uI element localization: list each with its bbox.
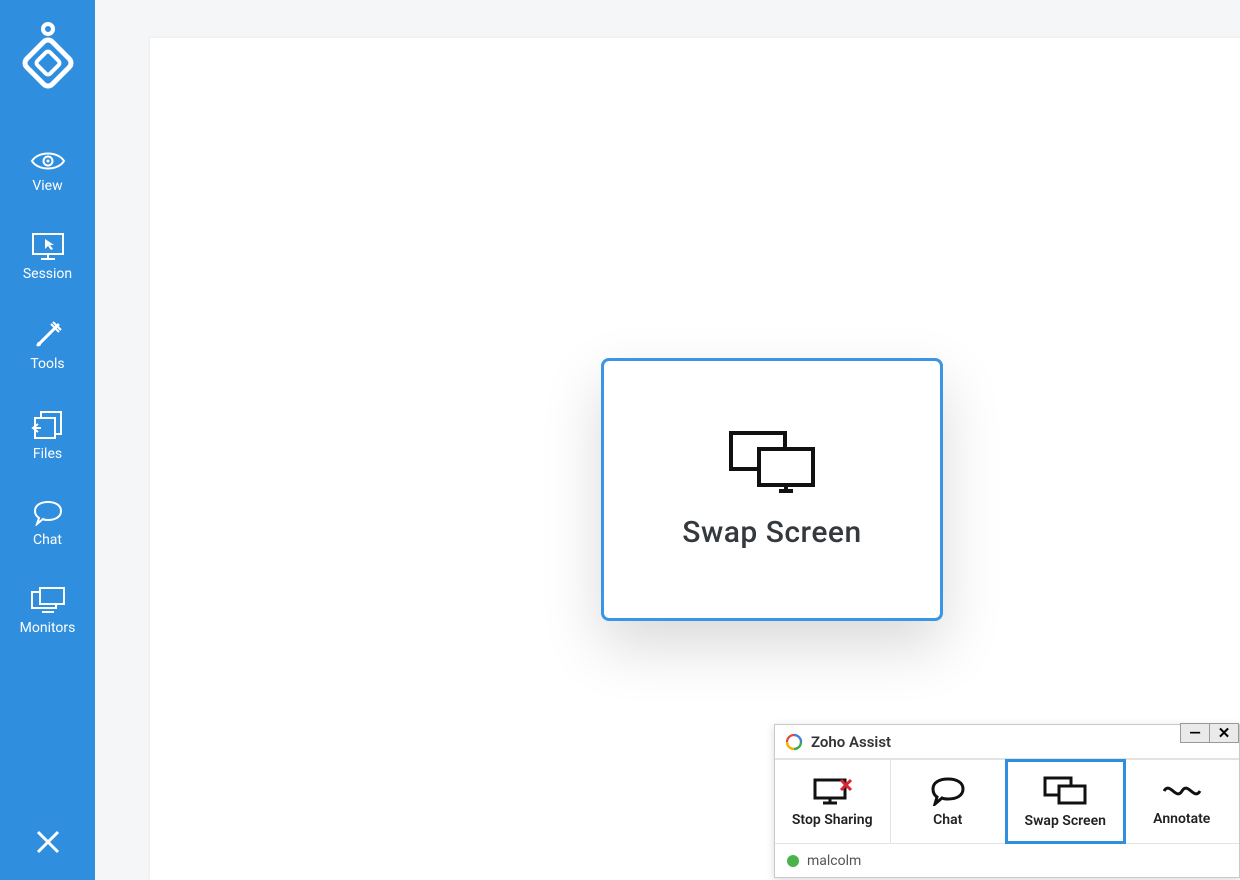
sidebar-item-chat[interactable]: Chat [0, 500, 95, 548]
swap-screen-card[interactable]: Swap Screen [601, 358, 943, 621]
sidebar-item-tools[interactable]: Tools [0, 320, 95, 372]
monitors-icon [30, 586, 66, 614]
sidebar-item-label: Chat [33, 532, 62, 548]
close-button[interactable]: ✕ [1209, 723, 1239, 743]
app-logo [0, 10, 95, 100]
sidebar-close-button[interactable] [0, 828, 95, 856]
panel-tabs: Stop Sharing Chat Swap Screen Annotate [775, 759, 1239, 843]
sidebar-item-label: Monitors [20, 620, 76, 636]
sidebar-item-session[interactable]: Session [0, 232, 95, 282]
sidebar-item-label: View [32, 178, 62, 194]
panel-window-controls: — ✕ [1181, 723, 1239, 743]
logo-icon [18, 21, 78, 89]
swap-screen-icon [725, 429, 819, 495]
chat-icon [31, 500, 65, 526]
chat-icon [927, 776, 969, 806]
sidebar-items: View Session Tools [0, 150, 95, 636]
tab-label: Chat [933, 812, 962, 828]
assist-panel: Zoho Assist — ✕ Stop Sharing Chat [774, 724, 1240, 878]
sidebar: View Session Tools [0, 0, 95, 880]
sidebar-item-view[interactable]: View [0, 150, 95, 194]
tools-icon [33, 320, 63, 350]
tab-stop-sharing[interactable]: Stop Sharing [775, 760, 891, 843]
sidebar-item-label: Files [33, 446, 62, 462]
tab-chat[interactable]: Chat [891, 760, 1007, 843]
swap-screen-title: Swap Screen [682, 515, 861, 550]
tab-label: Annotate [1153, 811, 1210, 827]
stop-sharing-icon [811, 776, 853, 806]
panel-title: Zoho Assist [811, 733, 891, 751]
sidebar-item-files[interactable]: Files [0, 410, 95, 462]
swap-screen-icon [1041, 775, 1089, 807]
files-icon [31, 410, 65, 440]
sidebar-item-label: Session [23, 266, 72, 282]
annotate-icon [1160, 777, 1204, 805]
sidebar-item-label: Tools [30, 356, 64, 372]
tab-annotate[interactable]: Annotate [1125, 760, 1240, 843]
status-username: malcolm [807, 853, 861, 869]
panel-titlebar[interactable]: Zoho Assist — ✕ [775, 725, 1239, 759]
tab-label: Stop Sharing [792, 812, 873, 828]
zoho-logo-icon [785, 733, 803, 751]
panel-status-bar: malcolm [775, 843, 1239, 877]
monitor-cursor-icon [31, 232, 65, 260]
tab-label: Swap Screen [1025, 813, 1106, 829]
status-dot-icon [787, 855, 799, 867]
tab-swap-screen[interactable]: Swap Screen [1005, 759, 1126, 844]
eye-icon [30, 150, 66, 172]
close-icon [34, 828, 62, 856]
minimize-button[interactable]: — [1180, 723, 1210, 743]
sidebar-item-monitors[interactable]: Monitors [0, 586, 95, 636]
